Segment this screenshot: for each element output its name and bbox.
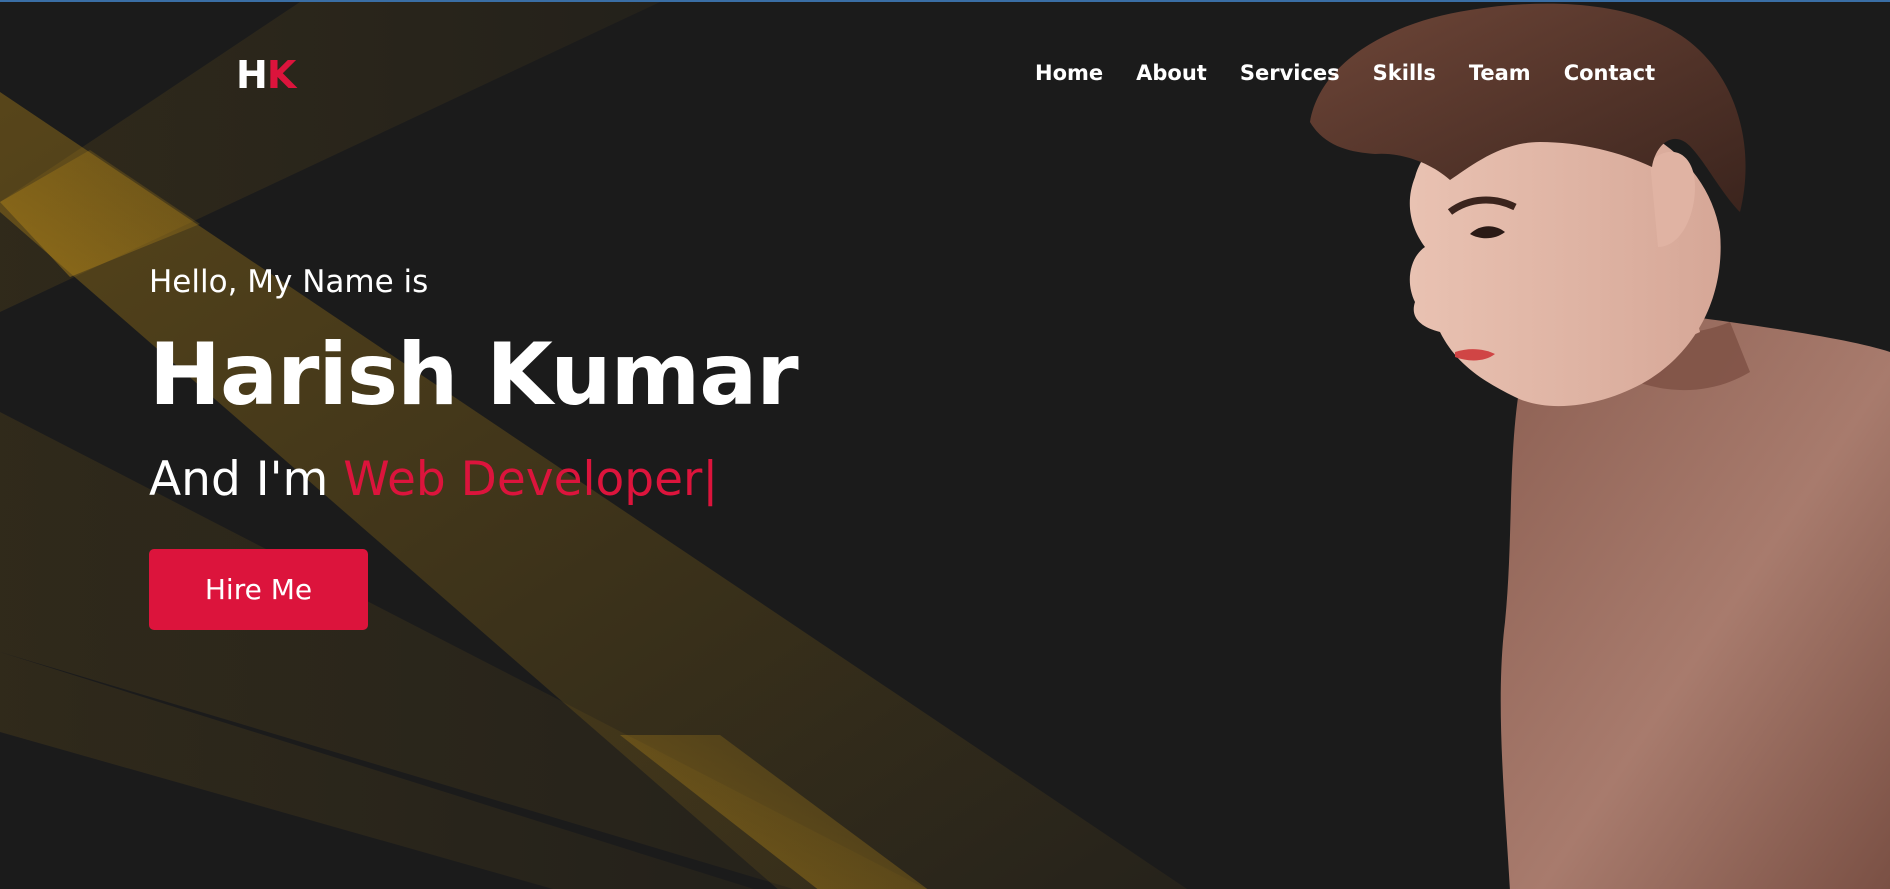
- hero-section: Hello, My Name is Harish Kumar And I'm W…: [149, 258, 929, 630]
- nav-contact[interactable]: Contact: [1564, 58, 1656, 88]
- role-typed-text: Web Developer: [343, 452, 703, 507]
- logo[interactable]: HK: [236, 52, 296, 98]
- nav-services[interactable]: Services: [1240, 58, 1340, 88]
- page: HK Home About Services Skills Team Conta…: [0, 0, 1890, 889]
- role-prefix: And I'm: [149, 452, 329, 507]
- nav-about[interactable]: About: [1136, 58, 1207, 88]
- nav-skills[interactable]: Skills: [1373, 58, 1436, 88]
- nav-team[interactable]: Team: [1469, 58, 1531, 88]
- hero-role: And I'm Web Developer|: [149, 449, 929, 511]
- typing-cursor: |: [702, 452, 719, 507]
- nav-home[interactable]: Home: [1035, 58, 1103, 88]
- site-header: HK Home About Services Skills Team Conta…: [0, 2, 1890, 142]
- logo-letter-h: H: [236, 53, 268, 97]
- logo-letter-k: K: [266, 53, 296, 97]
- hire-me-button[interactable]: Hire Me: [149, 549, 368, 630]
- hero-name: Harish Kumar: [149, 325, 799, 425]
- main-nav: Home About Services Skills Team Contact: [1035, 58, 1655, 88]
- hero-greeting: Hello, My Name is: [149, 264, 429, 300]
